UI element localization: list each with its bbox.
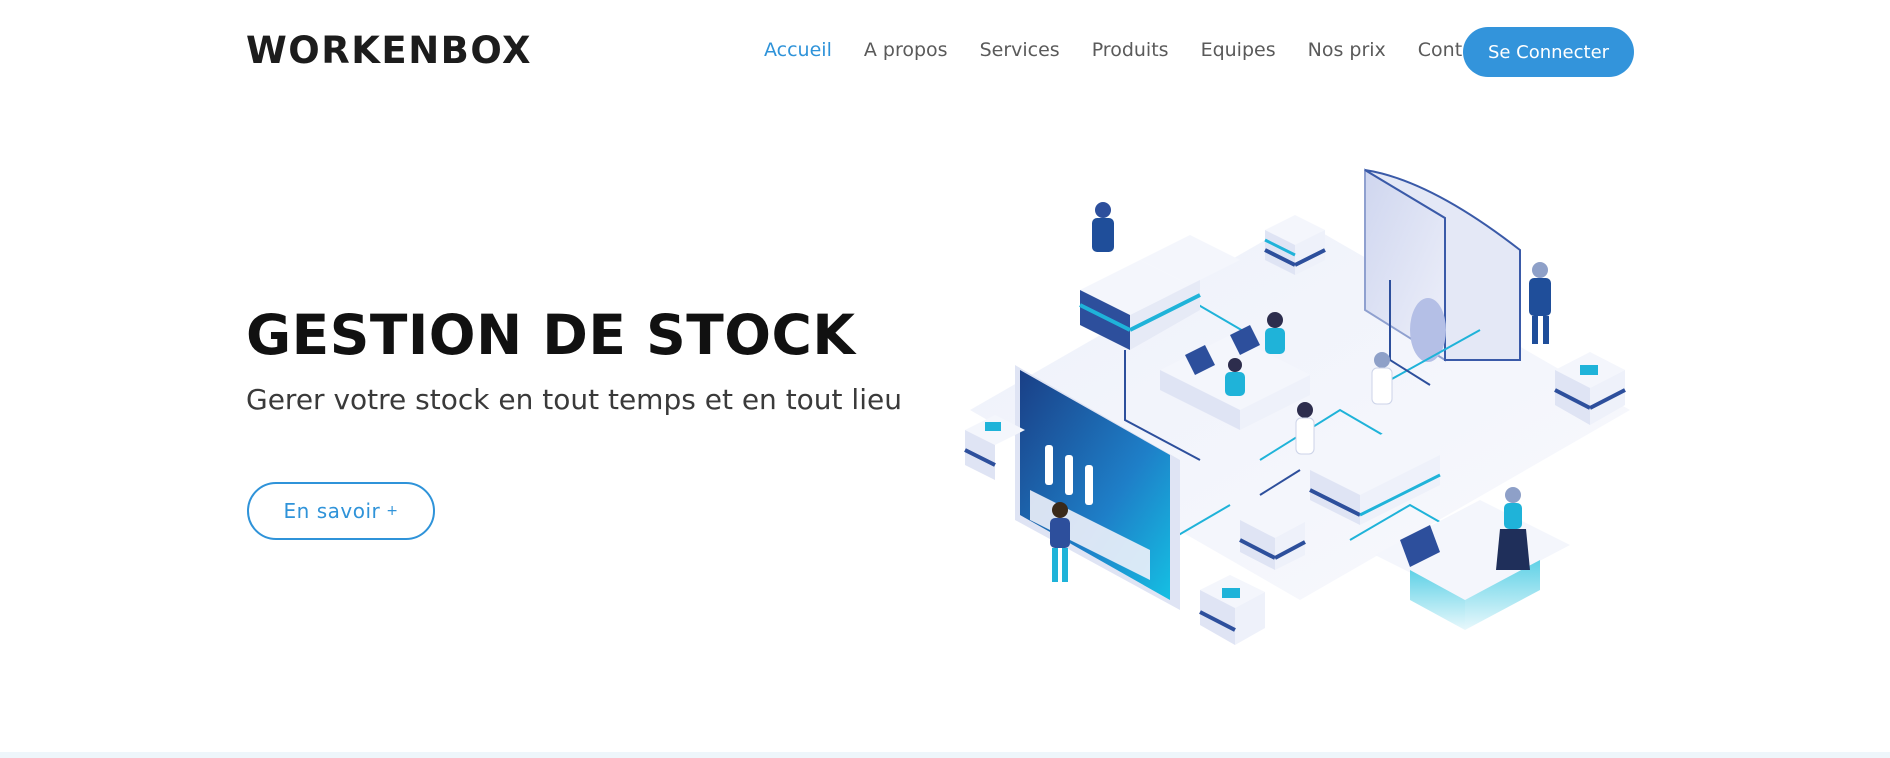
stock-illustration <box>964 168 1630 645</box>
nav-item-equipes[interactable]: Equipes <box>1201 36 1276 64</box>
nav-item-a-propos[interactable]: A propos <box>864 36 948 64</box>
page: WORKENBOX Accueil A propos Services Prod… <box>0 0 1890 758</box>
nav-item-accueil[interactable]: Accueil <box>764 36 832 64</box>
plus-icon: + <box>386 503 399 519</box>
brand-logo[interactable]: WORKENBOX <box>246 27 532 75</box>
learn-more-label: En savoir <box>283 499 381 523</box>
nav-item-services[interactable]: Services <box>980 36 1060 64</box>
hero-subtitle: Gerer votre stock en tout temps et en to… <box>246 383 902 416</box>
nav-item-produits[interactable]: Produits <box>1092 36 1169 64</box>
person-figure <box>1092 202 1114 252</box>
learn-more-button[interactable]: En savoir + <box>247 482 435 540</box>
login-button[interactable]: Se Connecter <box>1463 27 1634 77</box>
hero-title: GESTION DE STOCK <box>246 303 856 367</box>
person-figure <box>1371 352 1393 405</box>
main-nav: Accueil A propos Services Produits Equip… <box>764 36 1492 64</box>
storage-block <box>1199 575 1265 645</box>
person-figure <box>1295 402 1315 455</box>
nav-item-nos-prix[interactable]: Nos prix <box>1308 36 1386 64</box>
person-figure <box>1265 312 1285 354</box>
person-figure <box>1529 262 1551 344</box>
section-divider <box>0 752 1890 758</box>
